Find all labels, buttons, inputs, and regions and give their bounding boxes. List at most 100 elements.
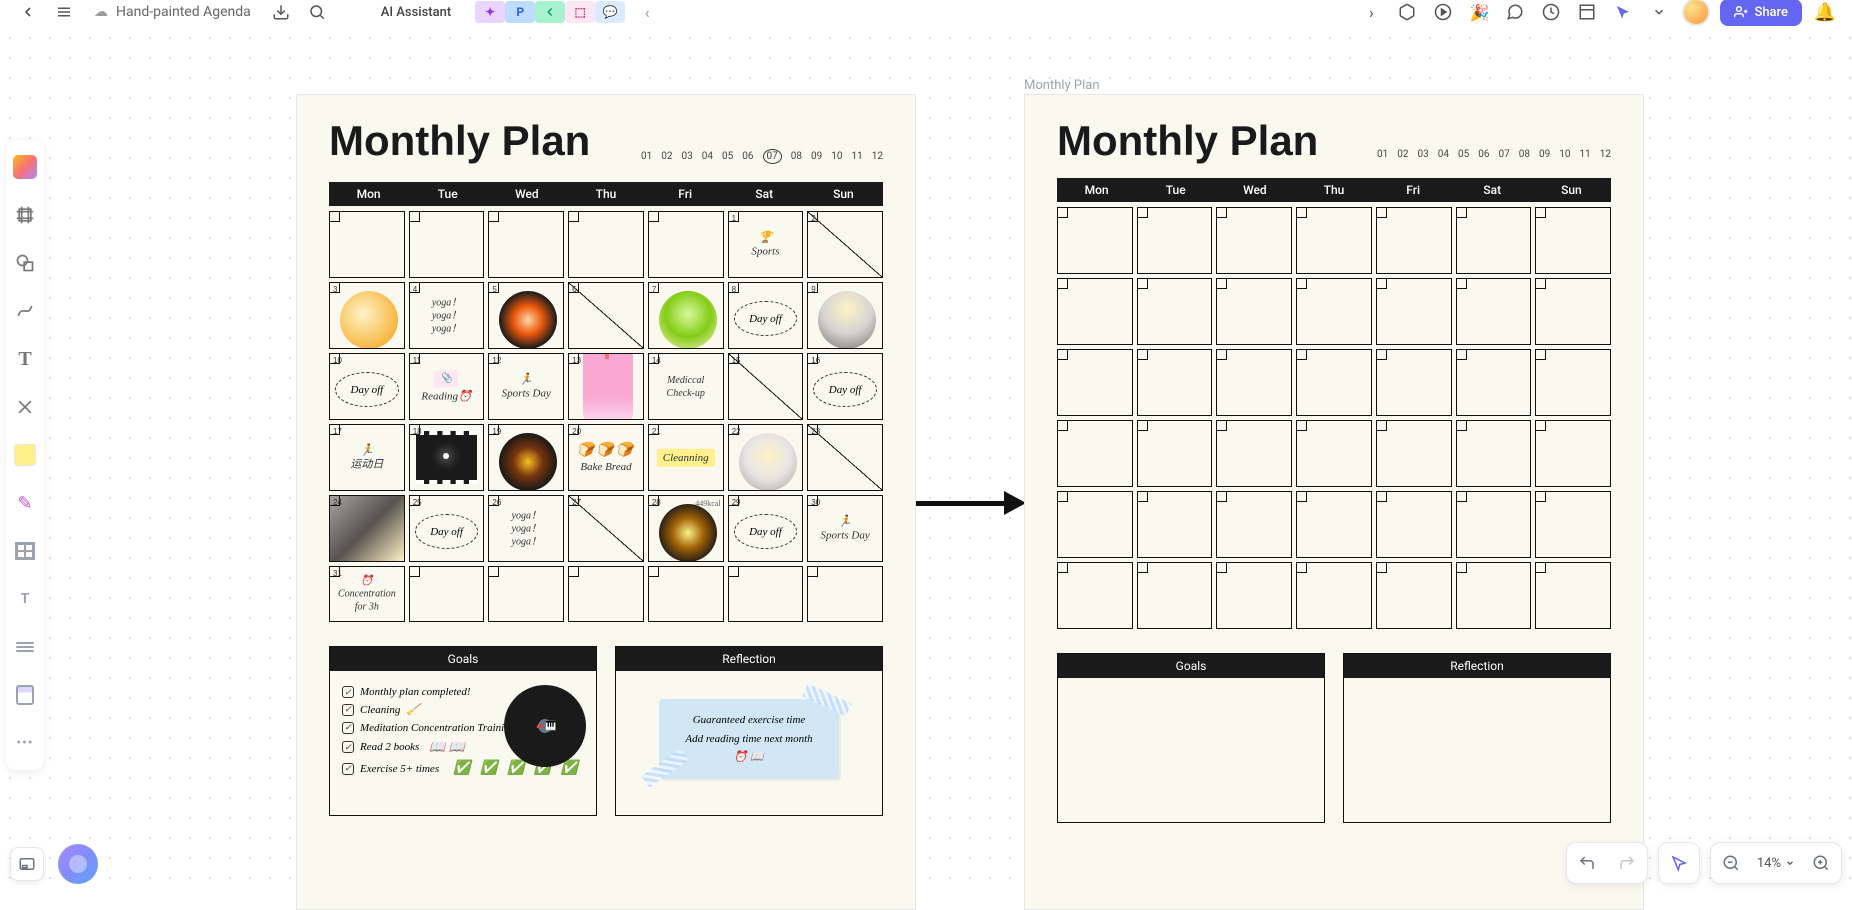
month-02[interactable]: 02 (1397, 149, 1408, 160)
reflection-panel[interactable]: Reflection Guaranteed exercise time Add … (615, 646, 883, 816)
calendar-cell[interactable]: 17🏃运动日 (329, 424, 405, 491)
tab-m[interactable]: ✦ (475, 1, 505, 23)
calendar-cell[interactable]: 9 (807, 282, 883, 349)
calendar-cell[interactable] (1296, 278, 1372, 345)
calendar-cell[interactable] (1137, 562, 1213, 629)
calendar-cell[interactable] (488, 566, 564, 622)
calendar-cell[interactable]: 22 (728, 424, 804, 491)
calendar-cell[interactable]: 18 (409, 424, 485, 491)
calendar-cell[interactable] (1057, 207, 1133, 274)
month-05[interactable]: 05 (722, 151, 733, 162)
calendar-cell[interactable]: 10Day off (329, 353, 405, 420)
calendar-cell[interactable] (1296, 562, 1372, 629)
calendar-cell[interactable]: 12🏃Sports Day (488, 353, 564, 420)
tab-chat[interactable]: 💬 (595, 1, 625, 23)
month-01[interactable]: 01 (641, 151, 652, 162)
calendar-cell[interactable] (1456, 349, 1532, 416)
table-tool[interactable] (10, 536, 40, 566)
month-03[interactable]: 03 (682, 151, 693, 162)
redo-button[interactable] (1607, 843, 1647, 883)
calendar-cell[interactable]: 8Day off (728, 282, 804, 349)
calendar-cell[interactable] (1057, 349, 1133, 416)
more-settings-icon[interactable] (1646, 0, 1672, 25)
calendar-cell[interactable]: 4yoga！ yoga！ yoga！ (409, 282, 485, 349)
frame2-label[interactable]: Monthly Plan (1024, 78, 1100, 93)
calendar-cell[interactable]: 29Day off (728, 495, 804, 562)
pointer-button[interactable] (1659, 843, 1699, 883)
month-04[interactable]: 04 (1438, 149, 1449, 160)
calendar-cell[interactable] (728, 566, 804, 622)
month-10[interactable]: 10 (831, 151, 842, 162)
canvas[interactable]: Monthly Plan 01 02 03 04 05 06 07 08 09 … (0, 28, 1852, 896)
frame-tool[interactable] (10, 200, 40, 230)
calendar-cell[interactable] (1456, 491, 1532, 558)
more-tools[interactable]: ••• (10, 728, 40, 758)
calendar-cell[interactable]: 13 (568, 353, 644, 420)
collapse-left-icon[interactable]: ‹ (637, 3, 657, 22)
calendar-cell[interactable] (1456, 562, 1532, 629)
checkbox-icon[interactable] (342, 763, 354, 775)
minimap-button[interactable] (10, 847, 44, 881)
calendar-cell[interactable]: 27 (568, 495, 644, 562)
calendar-cell[interactable]: 26yoga！ yoga！ yoga！ (488, 495, 564, 562)
reflection-panel[interactable]: Reflection (1343, 653, 1611, 823)
calendar-cell[interactable] (329, 211, 405, 278)
month-06[interactable]: 06 (1478, 149, 1489, 160)
calendar-cell[interactable] (1376, 349, 1452, 416)
search-button[interactable] (303, 0, 331, 26)
card-tool[interactable] (10, 680, 40, 710)
frame-monthly-plan-blank[interactable]: Monthly Plan 01 02 03 04 05 06 07 08 09 … (1024, 94, 1644, 910)
calendar-cell[interactable] (1296, 349, 1372, 416)
download-button[interactable] (267, 0, 295, 26)
comment-icon[interactable] (1502, 0, 1528, 25)
month-08[interactable]: 08 (791, 151, 802, 162)
goals-panel[interactable]: Goals (1057, 653, 1325, 823)
ai-assistant-button[interactable]: AI AI Assistant (347, 0, 461, 25)
calendar-cell[interactable] (1535, 491, 1611, 558)
month-06[interactable]: 06 (742, 151, 753, 162)
month-10[interactable]: 10 (1559, 149, 1570, 160)
calendar-cell[interactable] (648, 211, 724, 278)
zoom-level[interactable]: 14% (1751, 843, 1801, 883)
calendar-cell[interactable] (1456, 278, 1532, 345)
history-icon[interactable] (1538, 0, 1564, 25)
calendar-cell[interactable] (1057, 278, 1133, 345)
calendar-cell[interactable]: 2 (807, 211, 883, 278)
share-button[interactable]: Share (1720, 0, 1802, 26)
calendar-cell[interactable] (1456, 420, 1532, 487)
calendar-cell[interactable]: 1🏆Sports (728, 211, 804, 278)
calendar-cell[interactable]: 3 (329, 282, 405, 349)
calendar-cell[interactable]: 11📎Reading⏰ (409, 353, 485, 420)
text-tool[interactable]: T (10, 344, 40, 374)
month-02[interactable]: 02 (661, 151, 672, 162)
frame-icon[interactable] (1574, 0, 1600, 25)
checkbox-icon[interactable] (342, 741, 354, 753)
month-09[interactable]: 09 (1539, 149, 1550, 160)
calendar-cell[interactable] (1376, 207, 1452, 274)
calendar-cell[interactable]: 16Day off (807, 353, 883, 420)
calendar-cell[interactable] (488, 211, 564, 278)
month-12[interactable]: 12 (872, 151, 883, 162)
month-12[interactable]: 12 (1600, 149, 1611, 160)
calendar-cell[interactable] (1057, 491, 1133, 558)
calendar-cell[interactable] (1216, 207, 1292, 274)
goals-panel[interactable]: Goals Monthly plan completed! Cleaning🧹 … (329, 646, 597, 816)
calendar-cell[interactable]: 15 (728, 353, 804, 420)
month-05[interactable]: 05 (1458, 149, 1469, 160)
calendar-cell[interactable] (1376, 491, 1452, 558)
tab-c[interactable] (535, 1, 565, 23)
calendar-cell[interactable] (1137, 420, 1213, 487)
calendar-cell[interactable] (1216, 562, 1292, 629)
celebrate-icon[interactable]: 🎉 (1466, 0, 1492, 25)
calendar-cell[interactable] (1535, 349, 1611, 416)
month-11[interactable]: 11 (852, 151, 863, 162)
package-icon[interactable] (1394, 0, 1420, 25)
calendar-cell[interactable]: 23 (807, 424, 883, 491)
list-tool[interactable] (10, 632, 40, 662)
calendar-cell[interactable] (1535, 207, 1611, 274)
calendar-cell[interactable]: 31⏰Concentrationfor 3h (329, 566, 405, 622)
cursor-tool-icon[interactable] (1610, 0, 1636, 25)
play-icon[interactable] (1430, 0, 1456, 25)
calendar-cell[interactable] (568, 566, 644, 622)
calendar-cell[interactable]: 19 (488, 424, 564, 491)
